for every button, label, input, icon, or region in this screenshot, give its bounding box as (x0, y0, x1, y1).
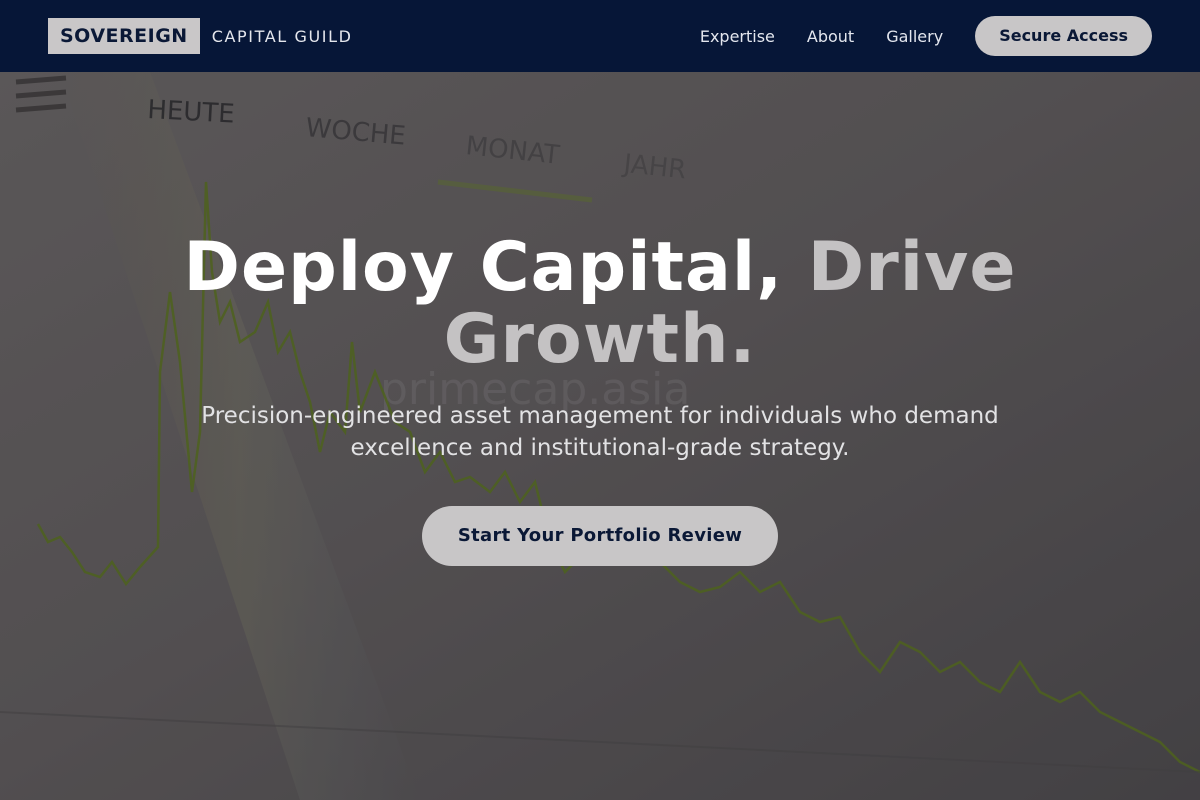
hero-content: Deploy Capital, Drive Growth. Precision-… (0, 72, 1200, 800)
start-portfolio-review-button[interactable]: Start Your Portfolio Review (422, 506, 778, 566)
nav-link-gallery[interactable]: Gallery (886, 27, 943, 46)
nav-link-expertise[interactable]: Expertise (700, 27, 775, 46)
main-nav: Expertise About Gallery Secure Access (700, 16, 1152, 56)
logo[interactable]: SOVEREIGN CAPITAL GUILD (48, 18, 353, 54)
hero-section: HEUTE WOCHE MONAT JAHR primecap.asia Dep… (0, 72, 1200, 800)
hero-headline: Deploy Capital, Drive Growth. (100, 232, 1100, 376)
brand-tagline: CAPITAL GUILD (211, 26, 353, 46)
headline-main: Deploy Capital, (183, 228, 784, 307)
nav-link-about[interactable]: About (807, 27, 854, 46)
site-header: SOVEREIGN CAPITAL GUILD Expertise About … (0, 0, 1200, 72)
brand-name: SOVEREIGN (48, 18, 200, 54)
hero-subtext: Precision-engineered asset management fo… (201, 403, 999, 461)
secure-access-button[interactable]: Secure Access (975, 16, 1152, 56)
